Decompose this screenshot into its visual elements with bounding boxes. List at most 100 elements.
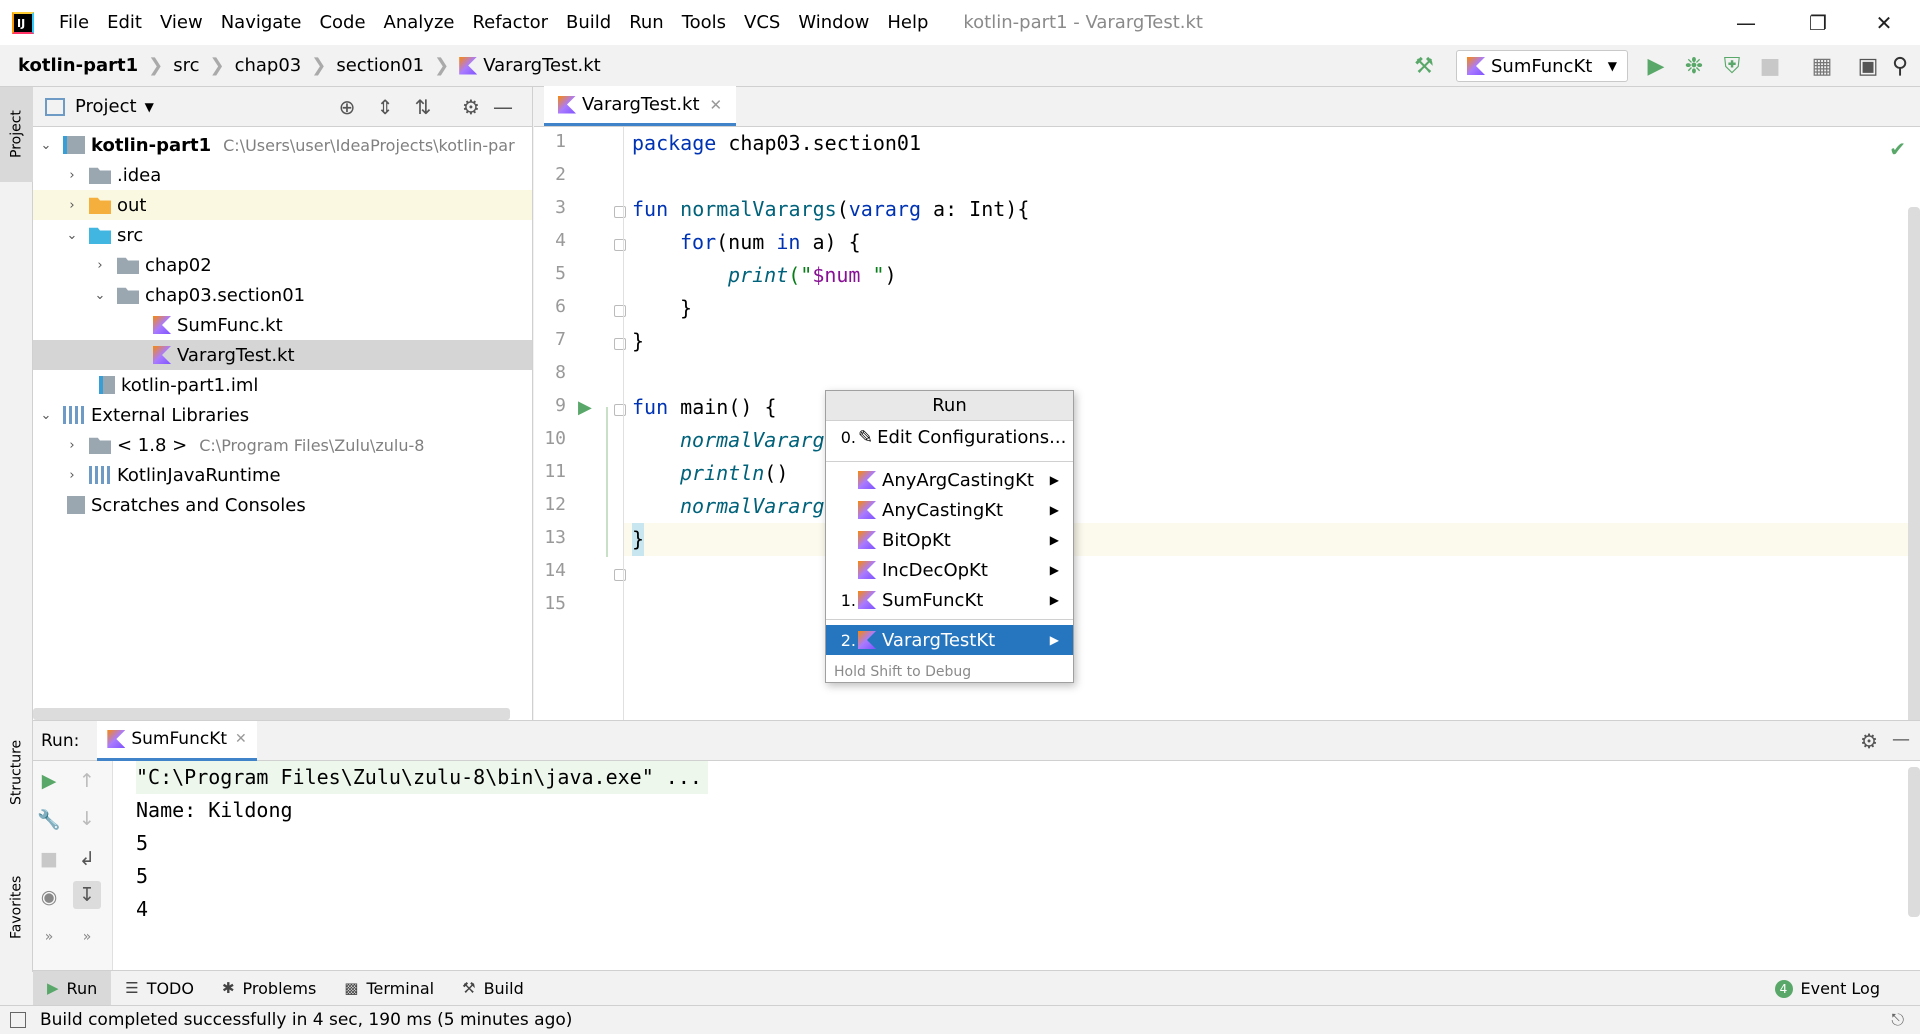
gear-icon[interactable]: ⚙ — [1860, 729, 1878, 753]
menu-code[interactable]: Code — [310, 12, 374, 33]
menu-run[interactable]: Run — [620, 12, 673, 33]
chevron-down-icon[interactable]: ⌄ — [37, 408, 55, 423]
soft-wrap-icon[interactable]: ↲ — [73, 845, 101, 873]
locate-icon[interactable]: ⊕ — [333, 93, 361, 121]
chevron-down-icon[interactable]: ⌄ — [63, 228, 81, 243]
popup-item-anyargcasting[interactable]: AnyArgCastingKt ▶ — [826, 465, 1073, 495]
project-structure-icon[interactable]: ▦ — [1808, 52, 1836, 80]
tree-item-idea[interactable]: › .idea — [33, 160, 532, 190]
build-hammer-icon[interactable]: ⚒ — [1410, 52, 1438, 80]
menu-vcs[interactable]: VCS — [735, 12, 789, 33]
fold-icon[interactable] — [614, 338, 626, 350]
tool-tab-problems[interactable]: ✱ Problems — [208, 971, 330, 1006]
tree-item-jdk[interactable]: › < 1.8 > C:\Program Files\Zulu\zulu-8 — [33, 430, 532, 460]
arrow-up-icon[interactable]: ↑ — [73, 767, 101, 795]
menu-edit[interactable]: Edit — [98, 12, 151, 33]
scroll-to-end-icon[interactable]: ↧ — [73, 881, 101, 909]
menu-refactor[interactable]: Refactor — [463, 12, 557, 33]
close-tab-icon[interactable]: ✕ — [710, 96, 723, 114]
project-view-selector[interactable]: Project — [75, 96, 137, 117]
horizontal-scrollbar[interactable] — [33, 708, 510, 720]
status-window-icon[interactable] — [10, 1012, 26, 1028]
fold-icon[interactable] — [614, 206, 626, 218]
popup-item-bitop[interactable]: BitOpKt ▶ — [826, 525, 1073, 555]
tree-item-scratches[interactable]: Scratches and Consoles — [33, 490, 532, 520]
restore-icon[interactable]: ❐ — [1782, 0, 1854, 45]
tree-item-external-libraries[interactable]: ⌄ External Libraries — [33, 400, 532, 430]
vertical-scrollbar[interactable] — [1908, 767, 1920, 917]
breadcrumb-file[interactable]: VarargTest.kt — [483, 55, 601, 76]
window-icon[interactable]: ▣ — [1854, 52, 1882, 80]
tree-item-iml[interactable]: kotlin-part1.iml — [33, 370, 532, 400]
collapse-all-icon[interactable]: ⇅ — [409, 93, 437, 121]
lock-icon[interactable]: ⎋ — [1891, 1010, 1904, 1030]
arrow-down-icon[interactable]: ↓ — [73, 805, 101, 833]
popup-item-sumfunc[interactable]: 1. SumFuncKt ▶ — [826, 585, 1073, 615]
expand-all-icon[interactable]: ⇕ — [371, 93, 399, 121]
hide-icon[interactable]: — — [489, 93, 517, 121]
breadcrumb-src[interactable]: src — [173, 55, 199, 76]
popup-item-varargtest[interactable]: 2. VarargTestKt ▶ — [826, 625, 1073, 655]
chevron-right-icon[interactable]: › — [63, 198, 81, 213]
vertical-scrollbar[interactable] — [1908, 207, 1920, 737]
inspection-ok-icon[interactable]: ✔ — [1889, 137, 1906, 161]
chevron-right-icon[interactable]: › — [63, 438, 81, 453]
chevron-down-icon[interactable]: ⌄ — [37, 138, 55, 153]
tool-tab-event-log[interactable]: 4 Event Log — [1774, 971, 1880, 1006]
menu-help[interactable]: Help — [878, 12, 937, 33]
menu-navigate[interactable]: Navigate — [212, 12, 311, 33]
tool-tab-terminal[interactable]: ▩ Terminal — [330, 971, 448, 1006]
tree-item-sumfunc[interactable]: SumFunc.kt — [33, 310, 532, 340]
fold-icon[interactable] — [614, 239, 626, 251]
close-tab-icon[interactable]: ✕ — [235, 731, 247, 747]
tool-tab-run[interactable]: ▶ Run — [33, 970, 112, 1006]
debug-icon[interactable]: ❉ — [1680, 52, 1708, 80]
popup-item-incdecop[interactable]: IncDecOpKt ▶ — [826, 555, 1073, 585]
code-editor[interactable]: VarargTest.kt ✕ 1 2 3 4 5 6 7 8 9 10 11 … — [534, 86, 1920, 737]
menu-view[interactable]: View — [151, 12, 212, 33]
tree-item-kotlinjavaruntime[interactable]: › KotlinJavaRuntime — [33, 460, 532, 490]
camera-icon[interactable]: ◉ — [35, 883, 63, 911]
tree-item-chap03-section01[interactable]: ⌄ chap03.section01 — [33, 280, 532, 310]
fold-icon[interactable] — [614, 305, 626, 317]
run-icon[interactable]: ▶ — [1642, 52, 1670, 80]
tab-varargtest[interactable]: VarargTest.kt ✕ — [544, 86, 737, 126]
chevron-right-icon[interactable]: › — [63, 168, 81, 183]
chevron-right-icon[interactable]: › — [63, 468, 81, 483]
tree-item-kotlin-part1[interactable]: ⌄ kotlin-part1 C:\Users\user\IdeaProject… — [33, 130, 532, 160]
stop-icon[interactable]: ■ — [1756, 52, 1784, 80]
close-icon[interactable]: ✕ — [1848, 0, 1920, 45]
coverage-icon[interactable]: ⛨ — [1718, 52, 1746, 80]
stripe-tab-project[interactable]: Project — [0, 87, 33, 182]
chevron-down-icon[interactable]: ▼ — [145, 100, 154, 114]
tool-tab-build[interactable]: ⚒ Build — [448, 971, 538, 1006]
more-icon[interactable]: » — [35, 923, 63, 951]
run-gutter-icon[interactable]: ▶ — [578, 397, 592, 418]
chevron-right-icon[interactable]: › — [91, 258, 109, 273]
gear-icon[interactable]: ⚙ — [457, 93, 485, 121]
wrench-icon[interactable]: 🔧 — [35, 805, 63, 833]
breadcrumb-section01[interactable]: section01 — [336, 55, 424, 76]
console-output[interactable]: "C:\Program Files\Zulu\zulu-8\bin\java.e… — [128, 761, 1900, 971]
menu-build[interactable]: Build — [557, 12, 620, 33]
hide-icon[interactable]: — — [1892, 729, 1910, 750]
menu-tools[interactable]: Tools — [673, 12, 735, 33]
minimize-icon[interactable]: — — [1710, 0, 1782, 45]
rerun-icon[interactable]: ▶ — [35, 767, 63, 795]
tree-item-varargtest[interactable]: VarargTest.kt — [33, 340, 532, 370]
menu-file[interactable]: File — [50, 12, 98, 33]
tree-item-chap02[interactable]: › chap02 — [33, 250, 532, 280]
stripe-tab-structure[interactable]: Structure — [0, 717, 33, 827]
tree-item-out[interactable]: › out — [33, 190, 532, 220]
tool-tab-todo[interactable]: ☰ TODO — [111, 971, 208, 1006]
popup-item-anycasting[interactable]: AnyCastingKt ▶ — [826, 495, 1073, 525]
stripe-tab-favorites[interactable]: Favorites — [0, 857, 33, 957]
menu-window[interactable]: Window — [789, 12, 878, 33]
fold-icon[interactable] — [614, 569, 626, 581]
stop-icon[interactable]: ■ — [35, 845, 63, 873]
breadcrumb-project[interactable]: kotlin-part1 — [18, 55, 138, 76]
popup-item-edit-configurations[interactable]: 0. ✎ Edit Configurations... — [826, 422, 1073, 452]
more-icon[interactable]: » — [73, 923, 101, 951]
tree-item-src[interactable]: ⌄ src — [33, 220, 532, 250]
run-tab-sumfunc[interactable]: SumFuncKt ✕ — [97, 720, 257, 761]
